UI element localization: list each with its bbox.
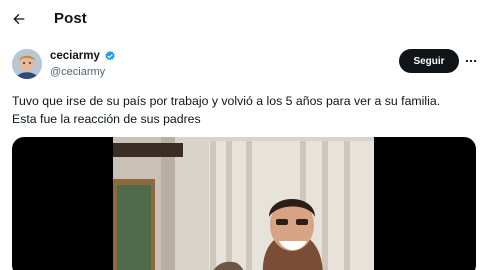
tweet-text: Tuvo que irse de su país por trabajo y v…: [12, 92, 474, 128]
top-bar: Post: [0, 0, 480, 38]
follow-button[interactable]: Seguir: [399, 49, 459, 73]
avatar-image: [12, 49, 42, 79]
avatar[interactable]: [12, 49, 42, 79]
verified-badge-icon: [105, 50, 115, 61]
video-player[interactable]: [12, 137, 476, 270]
tweet-text-line: Tuvo que irse de su país por trabajo y v…: [12, 94, 441, 108]
tweet-text-line: Esta fue la reacción de sus padres: [12, 112, 201, 126]
display-name-row: ceciarmy: [50, 50, 116, 62]
more-options-button[interactable]: [463, 53, 479, 69]
display-name[interactable]: ceciarmy: [50, 50, 100, 62]
more-horizontal-icon: [465, 59, 477, 63]
page-title: Post: [54, 10, 87, 27]
video-thumbnail: [113, 137, 374, 270]
user-handle[interactable]: @ceciarmy: [50, 66, 105, 78]
back-button[interactable]: [8, 8, 30, 30]
arrow-left-icon: [13, 13, 25, 25]
